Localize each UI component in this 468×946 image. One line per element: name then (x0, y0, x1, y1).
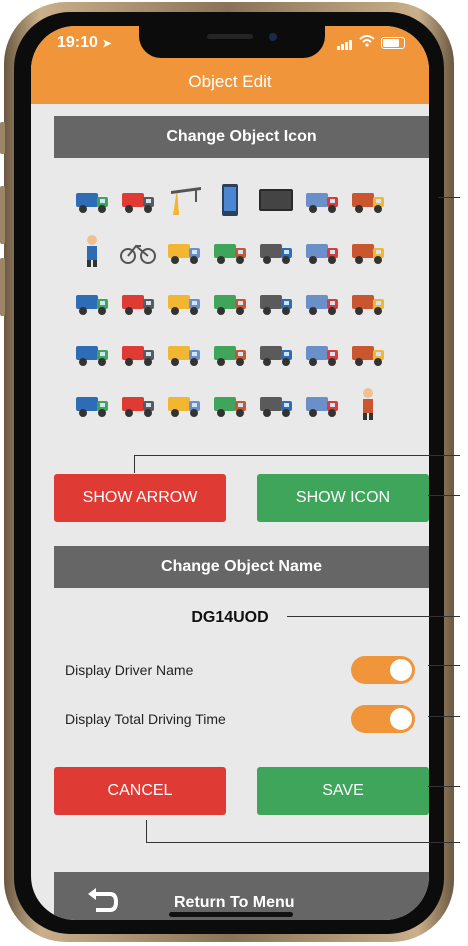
coach-icon[interactable] (253, 225, 299, 276)
bicycle-icon[interactable] (115, 225, 161, 276)
object-name[interactable]: DG14UOD (31, 609, 429, 627)
bus-blue-icon[interactable] (207, 225, 253, 276)
misc-1-icon[interactable] (69, 429, 115, 440)
return-arrow-icon (84, 886, 120, 920)
dump-truck-2-icon[interactable] (253, 327, 299, 378)
volume-down-button (0, 258, 5, 316)
moon-rover-icon[interactable] (299, 378, 345, 429)
misc-3-icon[interactable] (161, 429, 207, 440)
cement-truck-icon[interactable] (253, 276, 299, 327)
excavator-2-icon[interactable] (161, 327, 207, 378)
excavator-icon[interactable] (115, 327, 161, 378)
show-icon-button[interactable]: SHOW ICON (257, 474, 429, 522)
worker-icon[interactable] (345, 378, 389, 429)
callout-line-name (287, 616, 460, 617)
misc-6-icon[interactable] (299, 429, 345, 440)
driving-time-toggle[interactable] (351, 705, 415, 733)
status-time: 19:10 ➤ (57, 34, 112, 51)
excavator-3-icon[interactable] (161, 378, 207, 429)
crane-truck-icon[interactable] (299, 276, 345, 327)
save-button[interactable]: SAVE (257, 767, 429, 815)
callout-line-toggle-2 (428, 716, 460, 717)
forklift-icon[interactable] (345, 327, 389, 378)
digger-icon[interactable] (207, 378, 253, 429)
callout-line-toggle-1 (428, 665, 460, 666)
status-icons (337, 35, 405, 50)
return-label: Return To Menu (174, 894, 295, 911)
icon-grid[interactable] (69, 174, 389, 440)
callout-line-icons (438, 197, 460, 198)
roller-icon[interactable] (253, 378, 299, 429)
callout-line-show-icon (428, 495, 460, 496)
app-screen: 19:10 ➤ Object Edit Change Object Icon S… (31, 26, 429, 920)
page-title: Object Edit (188, 72, 272, 91)
car-red-icon[interactable] (299, 327, 345, 378)
tractor-icon[interactable] (299, 174, 345, 225)
tablet-icon[interactable] (207, 174, 253, 225)
battery-icon (381, 36, 405, 49)
rv-icon[interactable] (207, 276, 253, 327)
callout-line-cancel-drop (146, 820, 147, 842)
cancel-button[interactable]: CANCEL (54, 767, 226, 815)
police-car-icon[interactable] (69, 276, 115, 327)
misc-2-icon[interactable] (115, 429, 161, 440)
bus-green-icon[interactable] (161, 225, 207, 276)
scissor-lift-icon[interactable] (69, 378, 115, 429)
icon-section-header: Change Object Icon (54, 116, 429, 158)
lowloader-icon[interactable] (69, 327, 115, 378)
toggle-label-driver-name: Display Driver Name (65, 662, 194, 678)
truck-blue-icon[interactable] (69, 174, 115, 225)
misc-7-icon[interactable] (345, 429, 389, 440)
tow-truck-icon[interactable] (345, 174, 389, 225)
home-indicator (169, 912, 293, 917)
callout-line-arrow (134, 455, 460, 456)
taxi-icon[interactable] (299, 225, 345, 276)
callout-line-cancel (146, 842, 460, 843)
content: Change Object Icon SHOW ARROW SHOW ICON … (31, 104, 429, 920)
show-arrow-button[interactable]: SHOW ARROW (54, 474, 226, 522)
cement-mixer-icon[interactable] (115, 174, 161, 225)
signal-icon (337, 35, 353, 50)
tower-crane-icon[interactable] (161, 174, 207, 225)
mute-switch (0, 122, 5, 154)
monitor-icon[interactable] (253, 174, 299, 225)
misc-5-icon[interactable] (253, 429, 299, 440)
volume-up-button (0, 186, 5, 244)
driver-name-toggle[interactable] (351, 656, 415, 684)
misc-4-icon[interactable] (207, 429, 253, 440)
box-truck-icon[interactable] (161, 276, 207, 327)
scissor-lift-2-icon[interactable] (115, 378, 161, 429)
callout-line-save (428, 786, 460, 787)
cyclist-icon[interactable] (69, 225, 115, 276)
name-section-header: Change Object Name (54, 546, 429, 588)
wifi-icon (359, 35, 375, 50)
callout-line-arrow-drop (134, 455, 135, 473)
toggle-label-driving-time: Display Total Driving Time (65, 711, 226, 727)
tow-crane-icon[interactable] (345, 276, 389, 327)
dump-truck-icon[interactable] (207, 327, 253, 378)
car-green-icon[interactable] (345, 225, 389, 276)
car-blue-icon[interactable] (115, 276, 161, 327)
notch (139, 26, 325, 58)
